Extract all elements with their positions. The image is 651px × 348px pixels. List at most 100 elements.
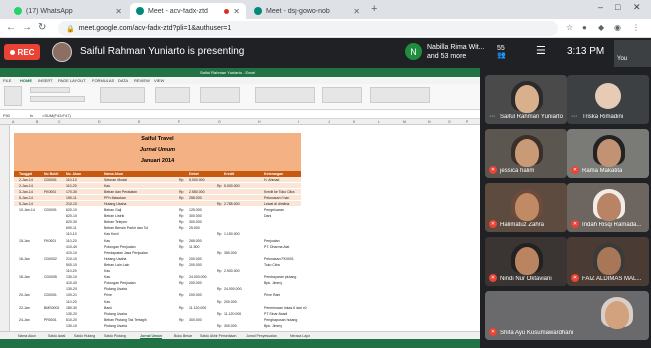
table-cell[interactable]: 2-Jan-14 — [19, 178, 33, 182]
people-button[interactable]: 55 👥 — [497, 45, 506, 59]
column-header[interactable]: J — [328, 120, 330, 124]
table-cell[interactable]: 110-20 — [66, 300, 77, 304]
table-cell[interactable]: Kas — [104, 269, 110, 273]
table-cell[interactable]: 22-Jan — [19, 306, 30, 310]
table-cell[interactable]: Penghapusan hutang — [264, 318, 297, 322]
table-cell[interactable]: Beban Lain Lain — [104, 263, 129, 267]
table-cell[interactable]: 180-30 — [66, 306, 77, 310]
ribbon-tab-data[interactable]: DATA — [118, 78, 128, 83]
sheet-tab[interactable]: Saldo Awal — [48, 334, 65, 338]
ribbon-tab-review[interactable]: REVIEW — [134, 78, 150, 83]
more-options-icon[interactable]: ⋯ — [571, 113, 577, 120]
table-cell[interactable]: Pelunasan FK0001 — [264, 257, 294, 261]
table-cell[interactable]: Beban Listrik — [104, 214, 124, 218]
close-tab-icon[interactable]: ✕ — [233, 7, 240, 16]
table-cell[interactable]: Bpk. Jimmy — [264, 281, 282, 285]
table-cell[interactable]: Kredit ke Toko Citra — [264, 190, 294, 194]
column-header[interactable]: L — [378, 120, 380, 124]
column-header[interactable]: B — [36, 120, 38, 124]
table-cell[interactable]: Piutang Usaha — [104, 312, 127, 316]
table-cell[interactable]: 610-20 — [66, 318, 77, 322]
sheet-tab[interactable]: Neraca Lajur — [290, 334, 310, 338]
sheet-tab[interactable]: Saldo Akhir Persediaan — [200, 334, 236, 338]
table-cell[interactable]: 5.000.000 — [224, 184, 240, 188]
close-tab-icon[interactable]: ✕ — [115, 7, 122, 16]
table-cell[interactable]: PPn Masukan — [104, 196, 126, 200]
more-options-icon[interactable]: ⋯ — [489, 113, 495, 120]
ribbon-tab-formulas[interactable]: FORMULAS — [92, 78, 114, 83]
table-cell[interactable]: 210-10 — [66, 202, 77, 206]
table-cell[interactable]: Prive Rani — [264, 293, 280, 297]
forward-arrow-icon[interactable]: → — [22, 22, 32, 33]
maximize-icon[interactable]: □ — [615, 2, 620, 12]
table-cell[interactable]: FK0001 — [44, 239, 56, 243]
column-header[interactable]: I — [298, 120, 299, 124]
table-cell[interactable]: 110-20 — [66, 269, 77, 273]
column-header[interactable]: N — [428, 120, 431, 124]
alignment-buttons[interactable] — [100, 87, 145, 103]
table-cell[interactable]: Dani — [264, 214, 271, 218]
table-cell[interactable]: 200.000 — [189, 257, 202, 261]
browser-tab-whatsapp[interactable]: (17) WhatsApp ✕ — [8, 3, 128, 19]
table-cell[interactable]: Potongan Penjualan — [104, 281, 136, 285]
column-header[interactable]: K — [353, 120, 355, 124]
table-cell[interactable]: Prive — [104, 293, 112, 297]
table-cell[interactable]: 2.785.000 — [224, 202, 240, 206]
table-cell[interactable]: 11.500 — [189, 245, 199, 249]
sheet-tab[interactable]: Saldo Piutang — [104, 334, 126, 338]
table-cell[interactable]: CD0001 — [44, 293, 57, 297]
table-cell[interactable]: CD0002 — [44, 257, 57, 261]
table-cell[interactable]: Beban Telepon — [104, 220, 127, 224]
browser-tab-meet[interactable]: Meet - dsj-gowo-nob ✕ — [248, 3, 366, 19]
wrap-merge-buttons[interactable] — [155, 87, 190, 103]
table-cell[interactable]: BMS0002 — [44, 306, 59, 310]
extension-icon[interactable]: ● — [582, 23, 587, 32]
browser-tab-meet-active[interactable]: Meet - acv-fadx-ztd ✕ — [130, 3, 246, 19]
font-format-buttons[interactable] — [30, 96, 85, 102]
table-cell[interactable]: 500-10 — [66, 263, 77, 267]
table-cell[interactable]: Setoran Modal — [104, 178, 127, 182]
column-header[interactable]: E — [138, 120, 140, 124]
paste-button[interactable] — [4, 86, 22, 106]
sheet-tab[interactable]: Saldo Hutang — [74, 334, 95, 338]
table-cell[interactable]: 410-40 — [66, 245, 77, 249]
table-cell[interactable]: CD0001 — [44, 178, 57, 182]
ribbon-tab-insert[interactable]: INSERT — [38, 78, 53, 83]
table-cell[interactable]: 300.000 — [189, 220, 202, 224]
table-cell[interactable]: Kas — [104, 300, 110, 304]
table-cell[interactable]: Penerimaan Inkas 6 dari x0 — [264, 306, 307, 310]
table-cell[interactable]: 2.900.000 — [224, 269, 240, 273]
table-cell[interactable]: PT. Dharma Alat — [264, 245, 289, 249]
participant-tile[interactable]: ✕ jessica halim — [485, 129, 567, 178]
table-cell[interactable]: FK0001 — [44, 190, 56, 194]
table-cell[interactable]: 410-10 — [66, 251, 77, 255]
participant-tile[interactable]: ✕ Halimatuz Zahra — [485, 183, 567, 232]
reload-icon[interactable]: ↻ — [38, 22, 46, 33]
participant-tile[interactable]: ✕ FAIZ ALDIMAS MAL... — [567, 237, 649, 286]
extension-icon[interactable]: ☆ — [566, 23, 573, 32]
table-cell[interactable]: 150-11 — [66, 196, 77, 200]
table-cell[interactable]: CD0005 — [44, 275, 57, 279]
column-header[interactable]: D — [98, 120, 101, 124]
column-header[interactable]: O — [448, 120, 451, 124]
table-cell[interactable]: CD0001 — [44, 208, 57, 212]
table-cell[interactable]: Kas — [104, 184, 110, 188]
table-cell[interactable]: PT Sinar Abadi — [264, 312, 287, 316]
table-cell[interactable]: 690-11 — [66, 226, 77, 230]
sheet-tab[interactable]: Nama Akun — [18, 334, 36, 338]
table-cell[interactable]: Pelunasan f han — [264, 196, 289, 200]
table-cell[interactable]: Piutang Usaha — [104, 324, 127, 328]
table-cell[interactable]: 210-10 — [66, 257, 77, 261]
close-tab-icon[interactable]: ✕ — [353, 7, 360, 16]
table-cell[interactable]: Pengeluaran — [264, 208, 284, 212]
table-cell[interactable]: Toko Citra — [264, 263, 280, 267]
column-header[interactable]: C — [58, 120, 61, 124]
table-cell[interactable]: Hutang Usaha — [104, 202, 126, 206]
table-cell[interactable]: 11.120.000 — [189, 306, 206, 310]
number-format-buttons[interactable] — [200, 87, 240, 103]
table-cell[interactable]: 620-10 — [66, 214, 77, 218]
back-arrow-icon[interactable]: ← — [6, 22, 16, 33]
table-cell[interactable]: 300.000 — [189, 318, 202, 322]
table-cell[interactable]: 125.000 — [189, 208, 202, 212]
table-cell[interactable]: Penjualan — [264, 239, 280, 243]
